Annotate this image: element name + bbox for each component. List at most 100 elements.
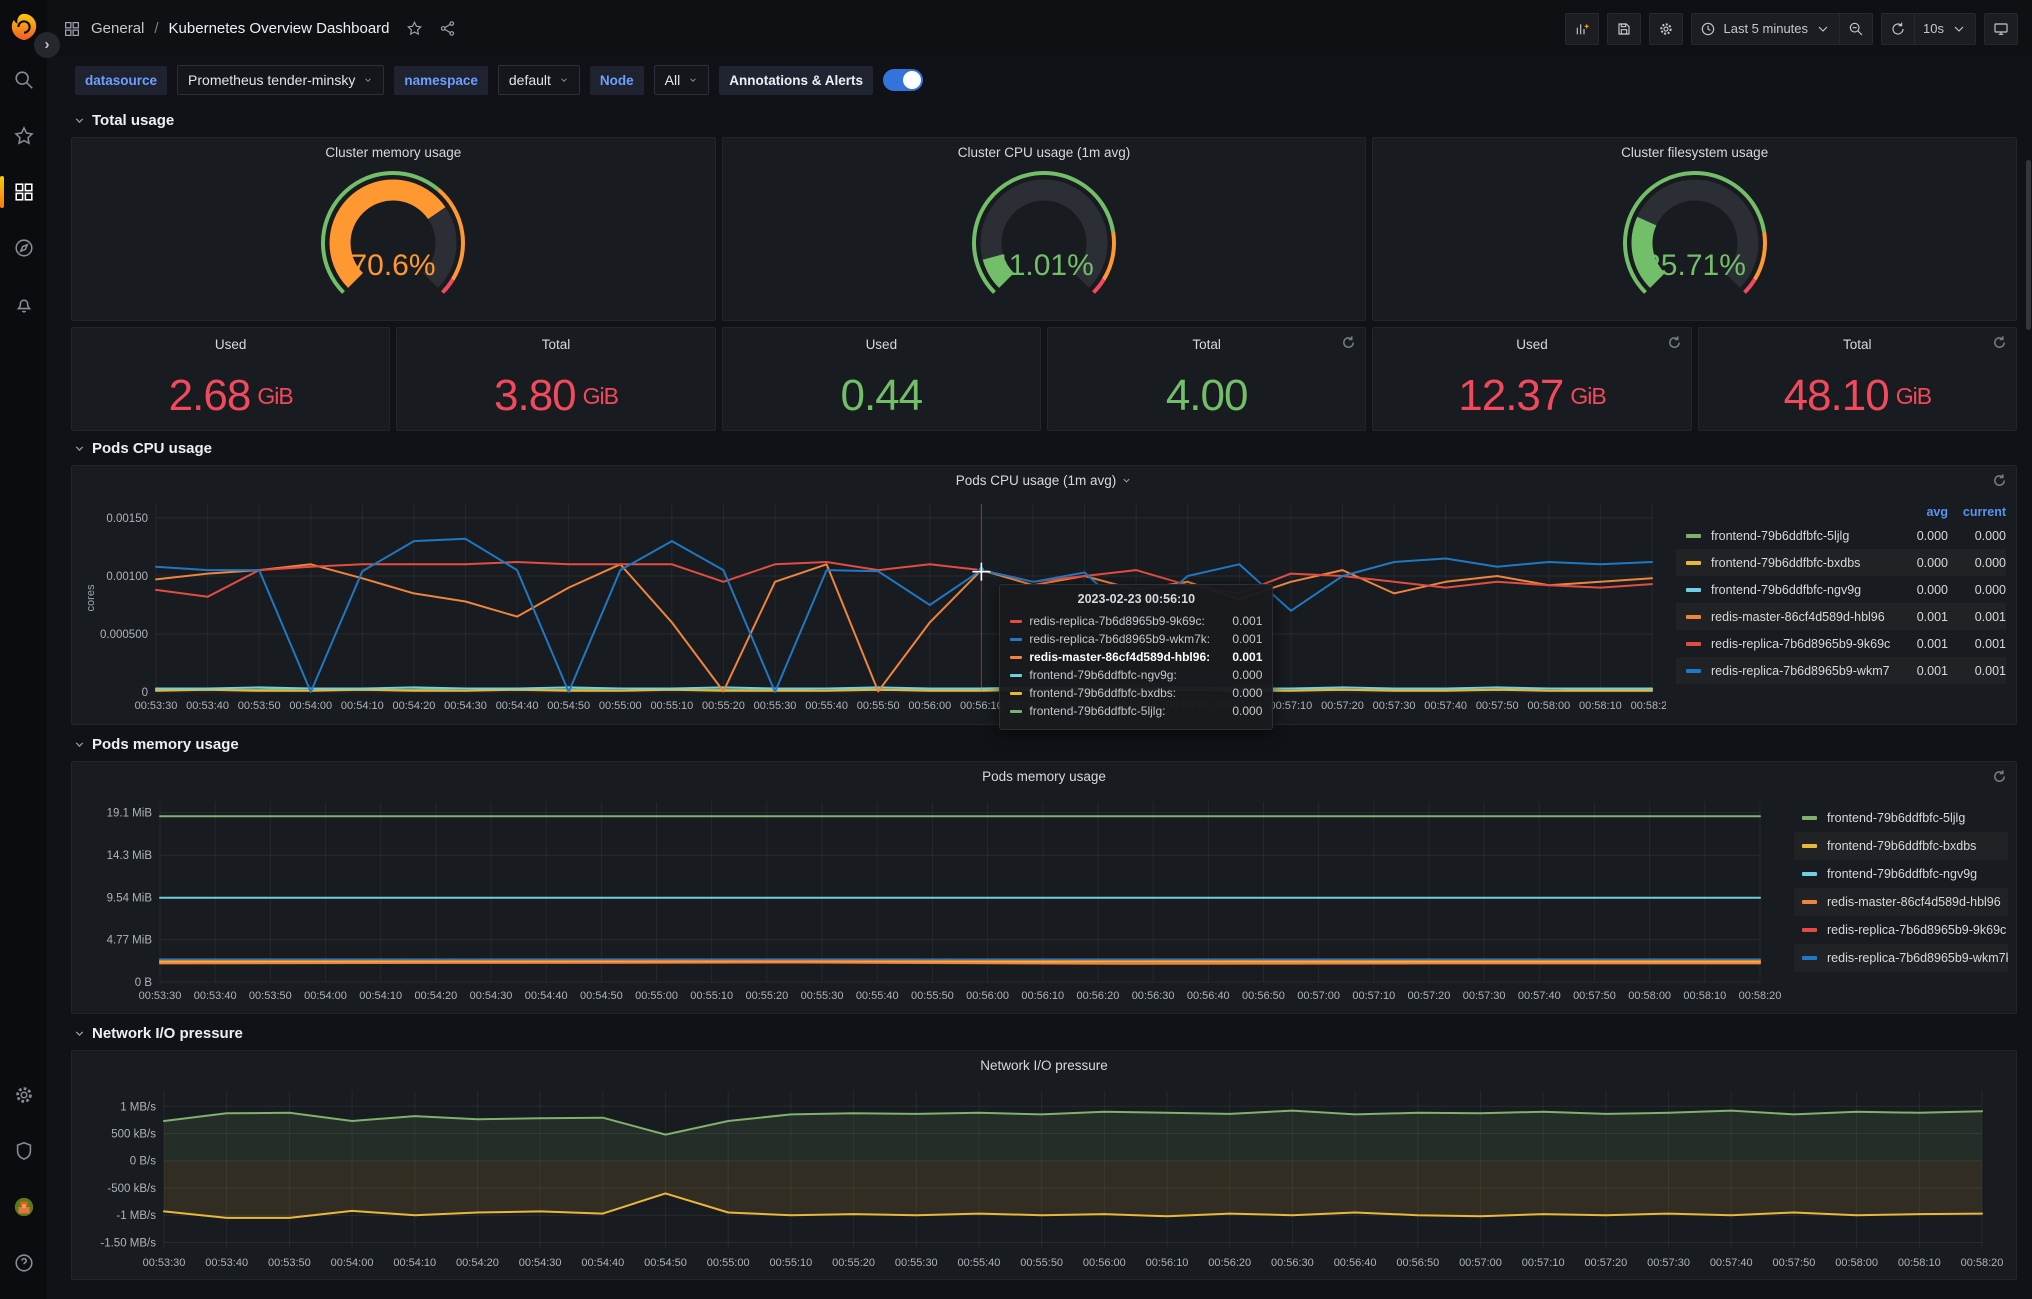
legend-series-name[interactable]: frontend-79b6ddfbfc-5ljlg xyxy=(1827,811,2008,825)
chevron-down-icon xyxy=(75,445,84,451)
legend-row: redis-replica-7b6d8965b9-9k69c xyxy=(1794,916,2008,944)
variable-value-datasource[interactable]: Prometheus tender-minsky xyxy=(177,65,385,95)
tooltip-series-name: redis-master-86cf4d589d-hbl96: xyxy=(1029,650,1211,664)
legend-swatch[interactable] xyxy=(1802,816,1817,820)
legend-swatch[interactable] xyxy=(1802,844,1817,848)
legend-sort-current[interactable]: current xyxy=(1948,505,2006,519)
panel-title[interactable]: Network I/O pressure xyxy=(72,1058,2016,1073)
section-pods-memory[interactable]: Pods memory usage xyxy=(71,727,2017,761)
legend-series-name[interactable]: frontend-79b6ddfbfc-bxdbs xyxy=(1827,839,2008,853)
legend-swatch[interactable] xyxy=(1802,928,1817,932)
help-icon xyxy=(14,1254,33,1272)
legend-series-name[interactable]: frontend-79b6ddfbfc-ngv9g xyxy=(1827,867,2008,881)
legend-current-value: 0.000 xyxy=(1974,555,2006,570)
share-icon[interactable] xyxy=(439,20,456,37)
legend-avg-value: 0.000 xyxy=(1916,528,1948,543)
grafana-logo[interactable] xyxy=(9,12,39,42)
panel-refresh-button[interactable] xyxy=(1341,335,1356,350)
legend-swatch[interactable] xyxy=(1802,872,1817,876)
annotations-toggle[interactable] xyxy=(883,69,923,91)
svg-text:-500 kB/s: -500 kB/s xyxy=(107,1183,156,1195)
section-network-io[interactable]: Network I/O pressure xyxy=(71,1016,2017,1050)
svg-text:00:55:50: 00:55:50 xyxy=(1020,1257,1063,1269)
pods-memory-chart[interactable]: 0 B 4.77 MiB 9.54 MiB 14.3 MiB 19.1 MiB 00:53… xyxy=(80,788,1804,1012)
legend-series-name[interactable]: frontend-79b6ddfbfc-bxdbs xyxy=(1711,556,1890,570)
legend-swatch[interactable] xyxy=(1686,614,1701,619)
tooltip-series-swatch xyxy=(1010,655,1023,659)
svg-text:00:58:20: 00:58:20 xyxy=(1631,700,1666,712)
svg-text:00:55:40: 00:55:40 xyxy=(958,1257,1001,1269)
svg-text:00:58:00: 00:58:00 xyxy=(1835,1257,1878,1269)
zoom-out-time-button[interactable] xyxy=(1840,12,1874,45)
svg-text:0.00100: 0.00100 xyxy=(106,571,148,583)
svg-text:00:55:10: 00:55:10 xyxy=(769,1257,812,1269)
legend-series-name[interactable]: redis-master-86cf4d589d-hbl96 xyxy=(1827,895,2008,909)
section-pods-cpu[interactable]: Pods CPU usage xyxy=(71,431,2017,465)
star-dashboard-icon[interactable] xyxy=(406,20,423,37)
legend-swatch[interactable] xyxy=(1802,956,1817,960)
stat-value: 3.80 GiB xyxy=(494,371,619,420)
variable-label-namespace: namespace xyxy=(394,65,488,95)
panel-title[interactable]: Cluster memory usage xyxy=(72,145,715,160)
legend-series-name[interactable]: redis-replica-7b6d8965b9-9k69c xyxy=(1711,637,1890,651)
svg-text:00:56:20: 00:56:20 xyxy=(1208,1257,1251,1269)
sidebar-item-explore[interactable] xyxy=(0,226,47,270)
tooltip-series-value: 0.000 xyxy=(1232,686,1263,700)
svg-text:00:57:50: 00:57:50 xyxy=(1476,700,1519,712)
variable-value-Node[interactable]: All xyxy=(653,65,710,95)
add-panel-button[interactable] xyxy=(1565,12,1600,45)
legend-avg-value: 0.000 xyxy=(1916,582,1948,597)
svg-text:00:54:50: 00:54:50 xyxy=(644,1257,687,1269)
legend-swatch[interactable] xyxy=(1686,533,1701,538)
section-total-usage[interactable]: Total usage xyxy=(71,103,2017,137)
sidebar-item-starred[interactable] xyxy=(0,114,47,158)
time-range-picker[interactable]: Last 5 minutes xyxy=(1691,12,1841,45)
panel-refresh-button[interactable] xyxy=(1992,335,2007,350)
legend-series-name[interactable]: redis-replica-7b6d8965b9-9k69c xyxy=(1827,923,2008,937)
dashboard-settings-button[interactable] xyxy=(1649,12,1684,45)
sidebar-nav xyxy=(0,52,47,332)
legend-swatch[interactable] xyxy=(1686,641,1701,646)
network-io-chart[interactable]: -1.50 MB/s -1 MB/s -500 kB/s 0 B/s 500 kB/s 1… xyxy=(80,1077,2016,1277)
sidebar-item-help[interactable] xyxy=(0,1241,47,1285)
legend-series-name[interactable]: frontend-79b6ddfbfc-ngv9g xyxy=(1711,583,1890,597)
svg-text:00:54:50: 00:54:50 xyxy=(547,700,590,712)
sidebar-item-alerting[interactable] xyxy=(0,282,47,326)
refresh-icon xyxy=(1892,22,1904,35)
panel-refresh-button[interactable] xyxy=(1992,473,2007,488)
panel-refresh-button[interactable] xyxy=(1667,335,1682,350)
stat-panel-used-12.37: Used 12.37 GiB xyxy=(1372,327,1692,431)
legend-swatch[interactable] xyxy=(1686,560,1701,565)
legend-series-name[interactable]: redis-replica-7b6d8965b9-wkm7k xyxy=(1827,951,2008,965)
save-dashboard-button[interactable] xyxy=(1607,12,1642,45)
sidebar-item-configuration[interactable] xyxy=(0,1073,47,1117)
svg-text:00:55:30: 00:55:30 xyxy=(801,990,844,1002)
refresh-interval-picker[interactable]: 10s xyxy=(1915,12,1976,45)
sidebar-expand-button[interactable]: › xyxy=(34,32,60,58)
legend-swatch[interactable] xyxy=(1686,587,1701,592)
legend-series-name[interactable]: redis-replica-7b6d8965b9-wkm7k xyxy=(1711,664,1890,678)
legend-swatch[interactable] xyxy=(1686,668,1701,673)
svg-text:00:57:50: 00:57:50 xyxy=(1573,990,1616,1002)
pods-cpu-chart[interactable]: 0 0.000500 0.00100 0.00150 00:53:30 00:53:40 0… xyxy=(80,494,1666,722)
legend-sort-avg[interactable]: avg xyxy=(1890,505,1948,519)
scrollbar-thumb[interactable] xyxy=(2026,160,2031,330)
panel-title[interactable]: Cluster CPU usage (1m avg) xyxy=(723,145,1366,160)
legend-swatch[interactable] xyxy=(1802,900,1817,904)
refresh-dashboard-button[interactable] xyxy=(1881,12,1916,45)
variable-value-namespace[interactable]: default xyxy=(497,65,580,95)
legend-series-name[interactable]: redis-master-86cf4d589d-hbl96 xyxy=(1711,610,1890,624)
sidebar-item-profile[interactable] xyxy=(0,1185,47,1229)
panel-title[interactable]: Cluster filesystem usage xyxy=(1373,145,2016,160)
panel-title[interactable]: Pods memory usage xyxy=(72,769,2016,784)
gear-icon xyxy=(1660,22,1673,35)
sidebar-item-server-admin[interactable] xyxy=(0,1129,47,1173)
breadcrumb-folder[interactable]: General xyxy=(91,20,144,37)
panel-refresh-button[interactable] xyxy=(1992,769,2007,784)
cycle-view-mode-button[interactable] xyxy=(1984,12,2018,45)
svg-text:00:54:10: 00:54:10 xyxy=(359,990,402,1002)
sidebar-item-search[interactable] xyxy=(0,58,47,102)
sidebar-item-dashboards[interactable] xyxy=(0,170,47,214)
panel-title[interactable]: Pods CPU usage (1m avg) xyxy=(72,473,2016,488)
legend-series-name[interactable]: frontend-79b6ddfbfc-5ljlg xyxy=(1711,529,1890,543)
